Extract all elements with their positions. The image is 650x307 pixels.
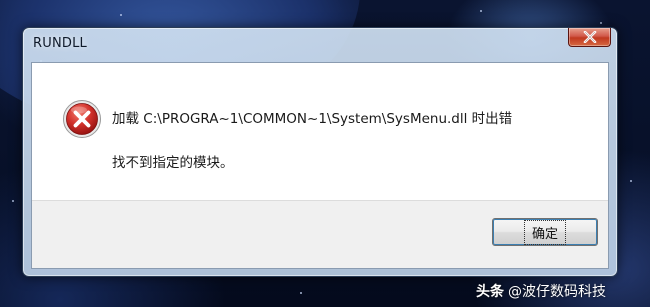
dialog-footer: 确定	[32, 200, 608, 268]
error-message-detail: 找不到指定的模块。	[112, 155, 234, 171]
star	[630, 180, 632, 182]
title-bar[interactable]: RUNDLL	[23, 28, 617, 62]
star	[300, 292, 302, 294]
star	[120, 14, 122, 16]
error-message-path: 加载 C:\PROGRA~1\COMMON~1\System\SysMenu.d…	[112, 111, 513, 127]
close-icon	[583, 31, 596, 43]
rundll-dialog-window: RUNDLL 加载 C:\PROGRA~1\COMMON~1\System\Sy…	[22, 27, 618, 277]
window-title: RUNDLL	[33, 36, 87, 51]
error-icon	[63, 100, 101, 138]
dialog-content: 加载 C:\PROGRA~1\COMMON~1\System\SysMenu.d…	[31, 62, 609, 269]
star	[480, 10, 482, 12]
close-button[interactable]	[568, 28, 611, 47]
watermark: 头条 @波仔数码科技	[476, 281, 606, 301]
ok-button-label: 确定	[523, 219, 567, 245]
star	[600, 22, 602, 24]
ok-button[interactable]: 确定	[492, 218, 598, 246]
star	[12, 200, 14, 202]
watermark-brand: 头条	[476, 284, 504, 300]
watermark-author: @波仔数码科技	[508, 284, 606, 300]
